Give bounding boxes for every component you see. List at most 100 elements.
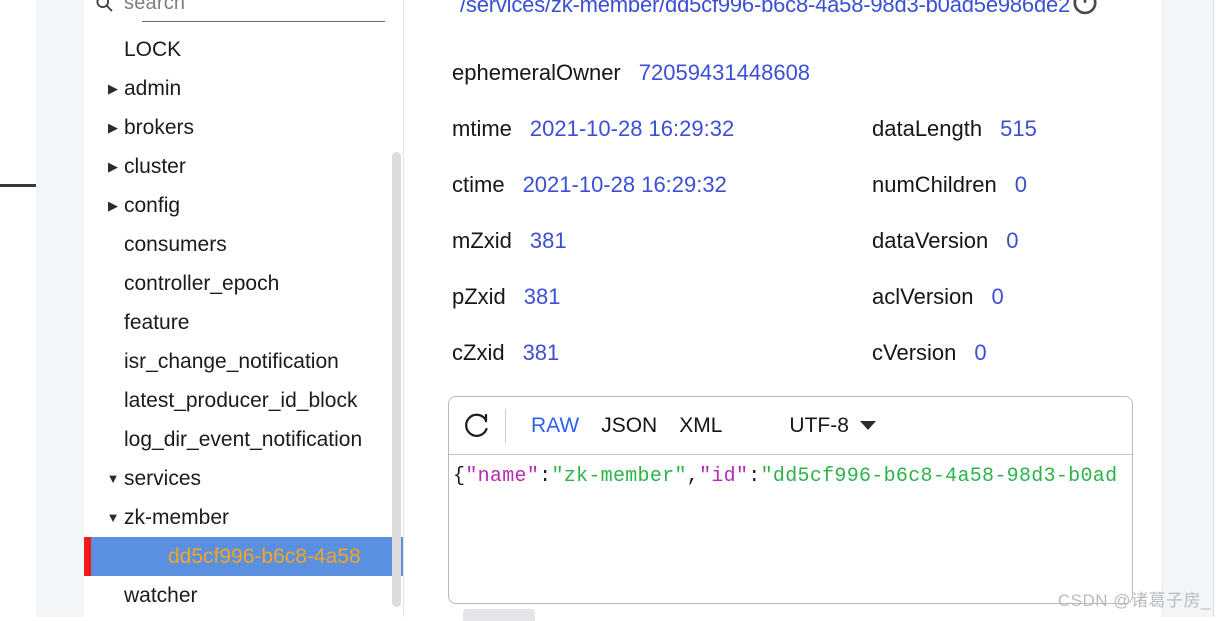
tree-item-label: feature: [124, 311, 189, 335]
metadata-value: 0: [1006, 228, 1018, 254]
tree-item-label: latest_producer_id_block: [124, 389, 357, 413]
metadata-cell: dataLength 515: [872, 116, 1037, 142]
refresh-icon[interactable]: [449, 411, 505, 441]
metadata-value: 515: [1000, 116, 1037, 142]
node-path[interactable]: /services/zk-member/dd5cf996-b6c8-4a58-9…: [460, 0, 1070, 18]
power-icon[interactable]: [1068, 0, 1102, 20]
tree-item-label: controller_epoch: [124, 272, 279, 296]
metadata-value: 0: [1015, 172, 1027, 198]
format-tab-xml[interactable]: XML: [668, 414, 733, 438]
node-path-row: /services/zk-member/dd5cf996-b6c8-4a58-9…: [460, 0, 1102, 20]
metadata-cell: mZxid381: [452, 228, 872, 254]
metadata-row: cZxid 381 cVersion0: [452, 340, 1152, 396]
json-token-str: "zk-member": [551, 465, 686, 488]
node-data-editor: RAW JSON XML UTF-8 {"name":"zk-member","…: [448, 396, 1133, 604]
tree-item-label: config: [124, 194, 180, 218]
metadata-key: cZxid: [452, 340, 505, 366]
metadata-cell: dataVersion 0: [872, 228, 1018, 254]
metadata-value: 381: [523, 340, 560, 366]
editor-content-area[interactable]: {"name":"zk-member","id":"dd5cf996-b6c8-…: [449, 455, 1132, 603]
metadata-key: ctime: [452, 172, 505, 198]
json-token-punc: :: [748, 465, 760, 488]
tree-item-latest-producer-id-block[interactable]: latest_producer_id_block: [84, 381, 404, 420]
tree-item-label: watcher: [124, 584, 198, 608]
tree-item-services[interactable]: ▼services: [84, 459, 404, 498]
tree-item-label: cluster: [124, 155, 186, 179]
znode-tree-panel: search LOCK▶admin▶brokers▶cluster▶config…: [84, 0, 404, 617]
tree-list: LOCK▶admin▶brokers▶cluster▶configconsume…: [84, 30, 404, 615]
tree-item-isr-change-notification[interactable]: isr_change_notification: [84, 342, 404, 381]
search-underline: [142, 21, 385, 22]
metadata-cell: cZxid 381: [452, 340, 872, 366]
metadata-row: mtime 2021-10-28 16:29:32 dataLength 515: [452, 116, 1152, 172]
metadata-row: ctime 2021-10-28 16:29:32 numChildren 0: [452, 172, 1152, 228]
metadata-key: numChildren: [872, 172, 997, 198]
tree-item-controller-epoch[interactable]: controller_epoch: [84, 264, 404, 303]
tree-item-admin[interactable]: ▶admin: [84, 69, 404, 108]
toolbar-divider: [505, 409, 506, 443]
search-input[interactable]: search: [124, 0, 386, 15]
caret-right-icon[interactable]: ▶: [102, 160, 124, 173]
metadata-cell: cVersion0: [872, 340, 987, 366]
tree-item-log-dir-event-notification[interactable]: log_dir_event_notification: [84, 420, 404, 459]
node-detail-pane: /services/zk-member/dd5cf996-b6c8-4a58-9…: [404, 0, 1162, 617]
json-token-punc: ,: [687, 465, 699, 488]
metadata-key: mtime: [452, 116, 512, 142]
tree-item-brokers[interactable]: ▶brokers: [84, 108, 404, 147]
caret-right-icon[interactable]: ▶: [102, 121, 124, 134]
encoding-select[interactable]: UTF-8: [789, 414, 876, 438]
tree-item-label: admin: [124, 77, 181, 101]
metadata-value: 381: [524, 284, 561, 310]
editor-toolbar: RAW JSON XML UTF-8: [449, 397, 1132, 455]
json-token-key: "name": [465, 465, 539, 488]
tree-item-label: LOCK: [124, 38, 181, 62]
metadata-value: 2021-10-28 16:29:32: [523, 172, 727, 198]
metadata-key: pZxid: [452, 284, 506, 310]
caret-down-icon[interactable]: ▼: [102, 511, 124, 524]
tree-item-label: dd5cf996-b6c8-4a58: [168, 545, 361, 569]
metadata-cell: mtime 2021-10-28 16:29:32: [452, 116, 872, 142]
search-icon: [94, 0, 114, 13]
node-metadata-grid: ephemeralOwner 72059431448608 mtime 2021-…: [452, 60, 1152, 396]
tree-item-label: log_dir_event_notification: [124, 428, 362, 452]
json-token-key: "id": [699, 465, 748, 488]
metadata-row-ephemeralowner: ephemeralOwner 72059431448608: [452, 60, 1152, 116]
tree-item-config[interactable]: ▶config: [84, 186, 404, 225]
tree-item-label: brokers: [124, 116, 194, 140]
tree-item-cluster[interactable]: ▶cluster: [84, 147, 404, 186]
search-row[interactable]: search: [84, 0, 386, 20]
watermark: CSDN @诸葛子房_: [1058, 586, 1211, 611]
app-frame: search LOCK▶admin▶brokers▶cluster▶config…: [0, 0, 1217, 617]
metadata-value: 2021-10-28 16:29:32: [530, 116, 734, 142]
metadata-cell: numChildren 0: [872, 172, 1027, 198]
tree-scrollbar[interactable]: [392, 152, 401, 607]
metadata-key: dataVersion: [872, 228, 988, 254]
metadata-key: aclVersion: [872, 284, 974, 310]
json-token-punc: {: [453, 465, 465, 488]
metadata-cell: pZxid 381: [452, 284, 872, 310]
caret-right-icon[interactable]: ▶: [102, 199, 124, 212]
tree-item-dd5cf996-b6c8-4a58[interactable]: dd5cf996-b6c8-4a58: [84, 537, 404, 576]
metadata-row: pZxid381aclVersion0: [452, 284, 1152, 340]
encoding-label: UTF-8: [789, 414, 849, 438]
json-token-str: "dd5cf996-b6c8-4a58-98d3-b0ad: [761, 465, 1118, 488]
json-token-punc: :: [539, 465, 551, 488]
metadata-key: dataLength: [872, 116, 982, 142]
format-tab-raw[interactable]: RAW: [520, 414, 590, 438]
tree-item-zk-member[interactable]: ▼zk-member: [84, 498, 404, 537]
tree-item-label: zk-member: [124, 506, 229, 530]
metadata-key: cVersion: [872, 340, 956, 366]
bottom-partial-button[interactable]: [463, 609, 535, 621]
tree-item-lock[interactable]: LOCK: [84, 30, 404, 69]
left-divider-rule: [0, 184, 36, 187]
tree-item-watcher[interactable]: watcher: [84, 576, 404, 615]
right-chrome-strip: [1162, 0, 1214, 617]
editor-code-line: {"name":"zk-member","id":"dd5cf996-b6c8-…: [453, 463, 1132, 491]
metadata-cell: ephemeralOwner 72059431448608: [452, 60, 810, 86]
tree-item-feature[interactable]: feature: [84, 303, 404, 342]
metadata-key: mZxid: [452, 228, 512, 254]
caret-down-icon[interactable]: ▼: [102, 472, 124, 485]
caret-right-icon[interactable]: ▶: [102, 82, 124, 95]
tree-item-consumers[interactable]: consumers: [84, 225, 404, 264]
format-tab-json[interactable]: JSON: [590, 414, 668, 438]
